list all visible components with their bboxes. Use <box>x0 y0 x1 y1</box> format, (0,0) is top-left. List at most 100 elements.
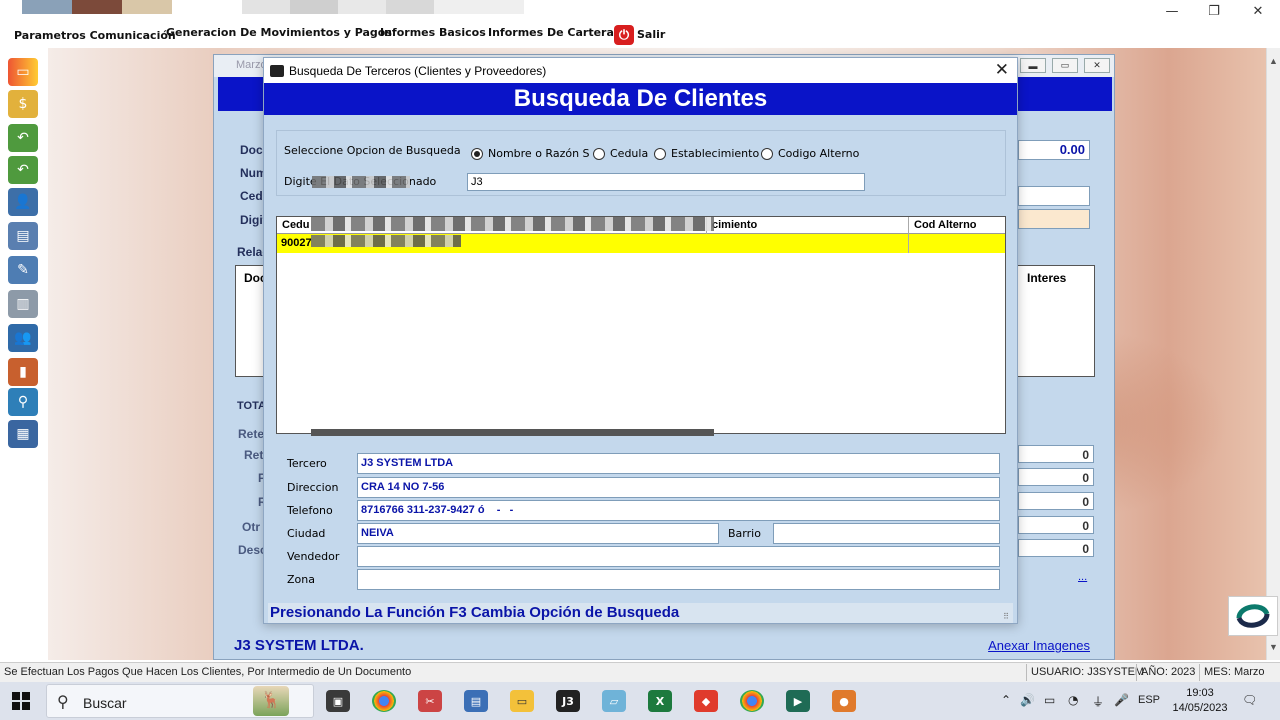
back-minimize-button[interactable]: ▬ <box>1020 58 1046 73</box>
taskbar-search-label: Buscar <box>83 695 127 711</box>
scroll-up-icon[interactable]: ▲ <box>1269 56 1278 66</box>
wifi-icon[interactable]: ◔ <box>1068 693 1078 707</box>
user-document-icon[interactable]: 👤 <box>8 188 38 216</box>
minimize-icon: — <box>1165 3 1179 19</box>
task-view-icon[interactable]: ▣ <box>326 690 350 712</box>
undo-arrow-icon[interactable]: ↶ <box>8 124 38 152</box>
menu-salir[interactable]: ⏻ Salir <box>614 25 665 45</box>
rete-value-2[interactable]: 0 <box>1018 468 1094 486</box>
label-telefono: Telefono <box>287 504 333 517</box>
search-input[interactable]: J3 <box>467 173 865 191</box>
back-maximize-button[interactable]: ▭ <box>1052 58 1078 73</box>
vertical-scrollbar[interactable]: ▲ ▼ <box>1266 48 1280 660</box>
chrome-icon-2[interactable] <box>740 690 764 712</box>
taskbar-clock[interactable]: 19:03 14/05/2023 <box>1168 686 1232 716</box>
total-value-field[interactable]: 0.00 <box>1018 140 1090 160</box>
menu-generacion[interactable]: Generacion De Movimientos y Pagos <box>166 26 392 39</box>
paper-icon[interactable]: ▱ <box>602 690 626 712</box>
search-person-icon[interactable]: ⚲ <box>8 388 38 416</box>
back-close-button[interactable]: ✕ <box>1084 58 1110 73</box>
books-icon[interactable]: ▮ <box>8 358 38 386</box>
j3-logo[interactable] <box>1228 596 1278 636</box>
radio-dot <box>761 147 773 160</box>
windows-start-icon[interactable] <box>12 692 30 710</box>
telefono-field[interactable]: 8716766 311-237-9427 ó - - <box>357 500 1000 521</box>
microphone-icon[interactable]: 🎤 <box>1114 693 1129 707</box>
battery-icon[interactable]: ▭ <box>1044 693 1055 707</box>
label-ret: Ret <box>244 448 264 462</box>
volume-icon[interactable]: 🔊 <box>1020 693 1035 707</box>
app-status-bar: Se Efectuan Los Pagos Que Hacen Los Clie… <box>0 662 1280 682</box>
group-users-icon[interactable]: 👥 <box>8 324 38 352</box>
coins-icon[interactable]: $ <box>8 90 38 118</box>
edit-document-icon[interactable]: ✎ <box>8 256 38 284</box>
dialog-title-bar: Busqueda De Terceros (Clientes y Proveed… <box>264 58 1017 83</box>
snipping-tool-icon[interactable]: ✂ <box>418 690 442 712</box>
excel-icon[interactable]: X <box>648 690 672 712</box>
close-app-button[interactable]: ✕ <box>1236 0 1280 22</box>
rete-value-3[interactable]: 0 <box>1018 492 1094 510</box>
terminal-icon[interactable]: ▶ <box>786 690 810 712</box>
company-name: J3 SYSTEM LTDA. <box>234 637 364 654</box>
usb-icon[interactable]: ⏚ <box>1092 693 1104 710</box>
report-icon[interactable]: ▦ <box>8 420 38 448</box>
language-indicator[interactable]: ESP <box>1138 694 1160 706</box>
resize-grip-icon[interactable]: ⠿ <box>1003 612 1009 621</box>
cedula-field[interactable] <box>1018 186 1090 206</box>
clock-time: 19:03 <box>1186 687 1214 699</box>
media-icon[interactable]: ● <box>832 690 856 712</box>
more-link[interactable]: ... <box>1078 571 1087 583</box>
zona-field[interactable] <box>357 569 1000 590</box>
cards-icon[interactable]: ▭ <box>8 58 38 86</box>
grid-horizontal-scrollbar[interactable] <box>311 429 714 436</box>
direccion-field[interactable]: CRA 14 NO 7-56 <box>357 477 1000 498</box>
ciudad-field[interactable]: NEIVA <box>357 523 719 544</box>
radio-establecimiento[interactable]: Establecimiento <box>654 147 759 160</box>
search-icon: ⚲ <box>57 692 69 711</box>
annex-images-link[interactable]: Anexar Imagenes <box>988 638 1090 653</box>
radio-codigo-alterno[interactable]: Codigo Alterno <box>761 147 859 160</box>
rete-value-5[interactable]: 0 <box>1018 539 1094 557</box>
scroll-down-icon[interactable]: ▼ <box>1269 642 1278 652</box>
status-mes: MES: Marzo <box>1199 664 1265 681</box>
col-establecimiento[interactable]: cimiento <box>707 217 909 234</box>
menu-parametros[interactable]: Parametros Comunicación <box>14 29 176 42</box>
label-total: TOTA <box>237 400 266 412</box>
vendedor-field[interactable] <box>357 546 1000 567</box>
dialog-close-button[interactable]: ✕ <box>995 60 1009 80</box>
j3-app-icon[interactable]: J3 <box>556 690 580 712</box>
tercero-field[interactable]: J3 SYSTEM LTDA <box>357 453 1000 474</box>
document-icon[interactable]: ▤ <box>8 222 38 250</box>
radio-dot <box>654 147 666 160</box>
anydesk-icon[interactable]: ◆ <box>694 690 718 712</box>
minimize-button[interactable]: — <box>1150 0 1194 22</box>
tray-chevron-icon[interactable]: ⌃ <box>1001 693 1011 707</box>
label-zona: Zona <box>287 573 315 586</box>
taskbar-search[interactable]: ⚲ Buscar 🦌 <box>46 684 314 718</box>
radio-cedula[interactable]: Cedula <box>593 147 648 160</box>
radio-dot <box>471 147 483 160</box>
notebook-icon[interactable]: ▥ <box>8 290 38 318</box>
rete-value-4[interactable]: 0 <box>1018 516 1094 534</box>
close-icon: ✕ <box>1252 3 1264 19</box>
menu-informes-cartera[interactable]: Informes De Cartera <box>488 26 614 39</box>
file-explorer-icon[interactable]: ▭ <box>510 690 534 712</box>
back-arrow-icon[interactable]: ↶ <box>8 156 38 184</box>
status-usuario: USUARIO: J3SYSTEM <box>1026 664 1144 681</box>
radio-nombre-label: Nombre o Razón S <box>488 147 590 160</box>
col-cod-alterno[interactable]: Cod Alterno <box>909 217 1005 234</box>
menu-informes-basicos[interactable]: Informes Basicos <box>380 26 486 39</box>
radio-nombre[interactable]: Nombre o Razón S <box>471 147 590 160</box>
app-icon <box>270 64 284 77</box>
radio-codigo-alterno-label: Codigo Alterno <box>778 147 860 160</box>
rete-value-1[interactable]: 0 <box>1018 445 1094 463</box>
deer-illustration-icon: 🦌 <box>253 686 289 716</box>
notifications-icon[interactable]: 🗨 <box>1242 693 1257 707</box>
remote-desktop-icon[interactable]: ▤ <box>464 690 488 712</box>
barrio-field[interactable] <box>773 523 1000 544</box>
search-option-label: Seleccione Opcion de Busqueda <box>284 144 461 157</box>
restore-button[interactable]: ❐ <box>1192 0 1236 22</box>
digit-field[interactable] <box>1018 209 1090 229</box>
redacted-header <box>311 217 714 231</box>
chrome-icon[interactable] <box>372 690 396 712</box>
